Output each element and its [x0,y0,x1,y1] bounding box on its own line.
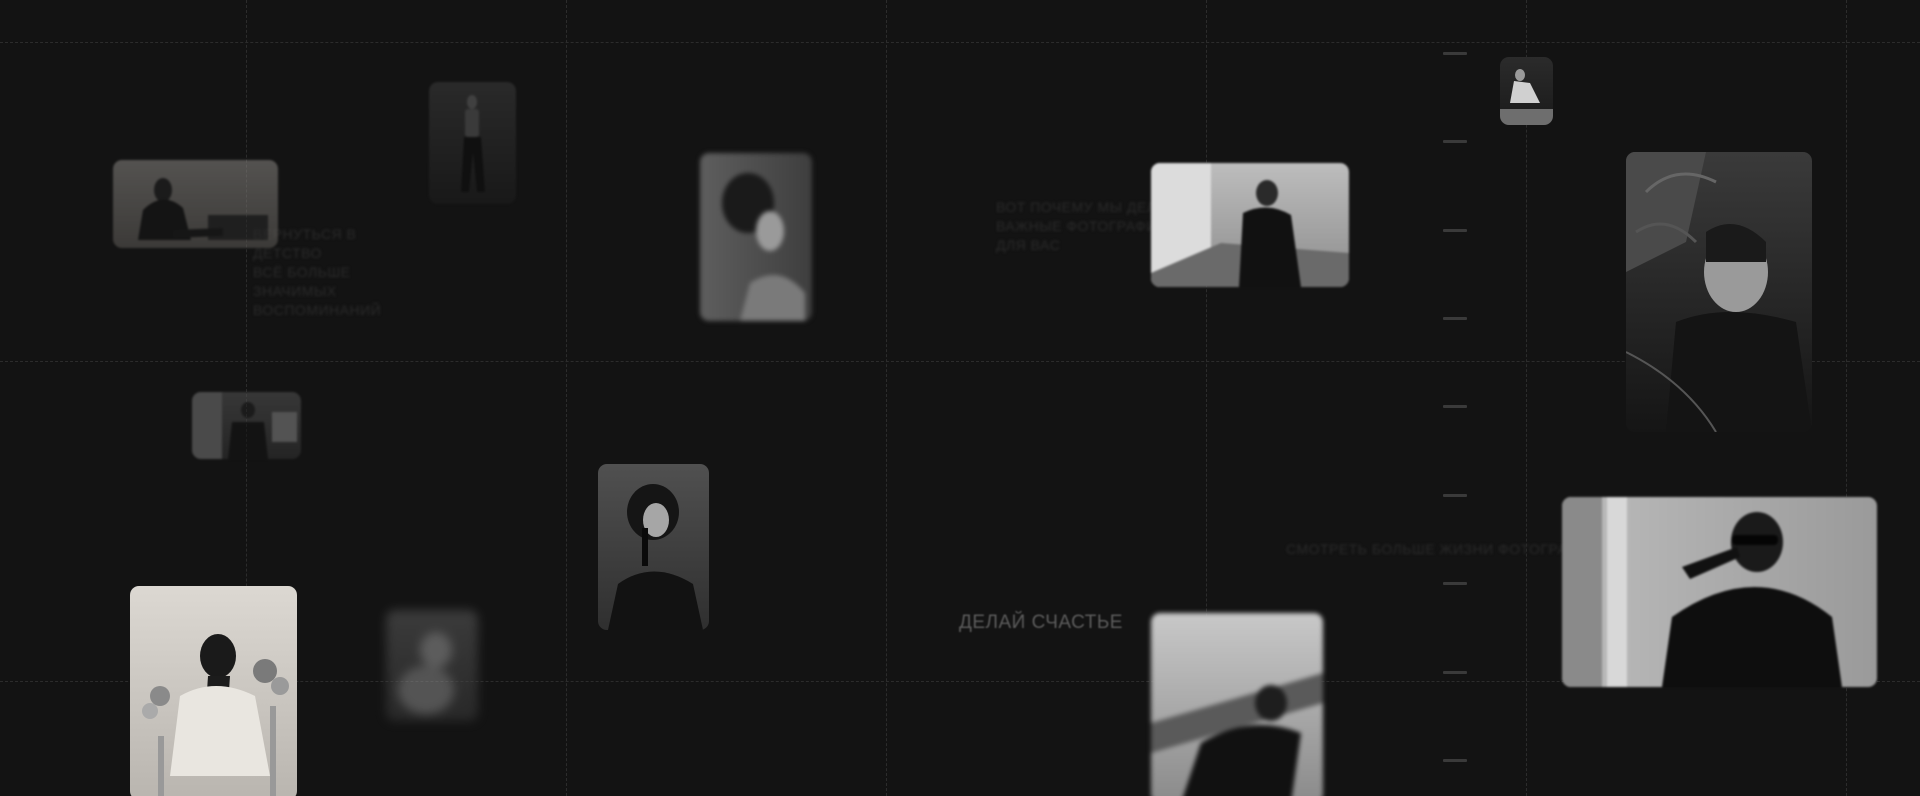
photo-portrait-woman-curly-hair[interactable] [598,464,709,630]
photo-portrait-woman-sunglasses[interactable] [1562,497,1877,687]
scale-tick [1443,494,1467,497]
grid-line-vertical [566,0,567,796]
photo-portrait-woman-plants[interactable] [1626,152,1812,432]
photo-portrait-profile-woman[interactable] [700,153,812,321]
scale-tick [1443,317,1467,320]
photo-figure [1626,152,1812,432]
scale-tick [1443,52,1467,55]
scale-tick [1443,229,1467,232]
photo-figure [1562,497,1842,687]
photo-portrait-woman-lying[interactable] [1151,613,1323,796]
faint-text-line: ВСЁ БОЛЬШЕ [253,264,351,280]
photo-figure [1151,163,1349,287]
photo-portrait-standing-woman[interactable] [429,82,516,204]
photo-figure [722,173,805,321]
gallery-canvas: ВЕРНУТЬСЯ В ДЕТСТВО ВСЁ БОЛЬШЕ ЗНАЧИМЫХ … [0,0,1920,796]
photo-portrait-crouching-woman[interactable] [1500,57,1553,125]
scale-tick [1443,405,1467,408]
slogan-text: ДЕЛАЙ СЧАСТЬЕ [959,612,1123,633]
scale-tick [1443,759,1467,762]
scale-tick [1443,140,1467,143]
photo-portrait-blurred-figure[interactable] [386,610,478,721]
photo-figure [192,392,297,459]
grid-line-horizontal [0,42,1920,43]
faint-text-line: ЗНАЧИМЫХ [253,283,337,299]
faint-text-line: СМОТРЕТЬ БОЛЬШЕ ЖИЗНИ ФОТОГРАФИЙ [1286,541,1600,557]
photo-figure [398,632,454,714]
photo-portrait-seated-woman[interactable] [113,160,278,248]
photo-figure [138,178,268,240]
photo-figure [461,95,485,192]
photo-figure [142,634,289,796]
photo-portrait-woman-flowers[interactable] [130,586,297,796]
faint-text-block-3: СМОТРЕТЬ БОЛЬШЕ ЖИЗНИ ФОТОГРАФИЙ [1286,540,1599,559]
scale-tick [1443,582,1467,585]
photo-figure [1151,673,1323,796]
photo-figure [1500,69,1553,125]
faint-text-line: ВОСПОМИНАНИЙ [253,302,382,318]
photo-portrait-woman-office[interactable] [192,392,301,459]
photo-figure [608,484,703,630]
grid-line-vertical [886,0,887,796]
scale-tick [1443,671,1467,674]
photo-portrait-woman-city[interactable] [1151,163,1349,287]
